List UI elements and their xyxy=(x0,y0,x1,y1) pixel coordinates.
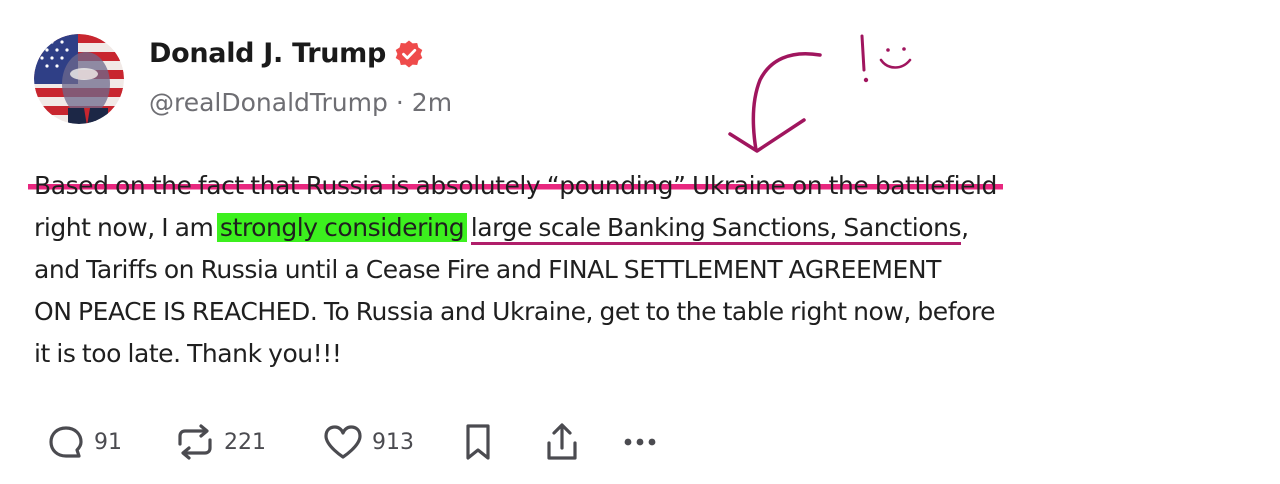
like-button[interactable]: 913 xyxy=(322,422,460,462)
like-count: 913 xyxy=(372,429,414,455)
reply-button[interactable]: 91 xyxy=(46,422,174,462)
share-button[interactable] xyxy=(542,421,620,463)
hand-drawn-arrowhead-icon xyxy=(728,118,806,153)
post-line-3: and Tariffs on Russia until a Cease Fire… xyxy=(34,255,941,284)
repost-arrows-icon xyxy=(178,424,212,460)
pink-underline-annotation: large scale Banking Sanctions, Sanctions xyxy=(470,213,962,245)
post-card: Donald J. Trump @realDonaldTrump · 2m Ba… xyxy=(0,0,1280,484)
bookmark-button[interactable] xyxy=(460,422,542,462)
post-line-5: it is too late. Thank you!!! xyxy=(34,339,342,368)
smiley-mouth-icon xyxy=(879,58,912,69)
green-highlight: strongly considering xyxy=(216,213,468,242)
avatar[interactable] xyxy=(34,34,124,124)
share-upload-icon xyxy=(547,423,577,460)
bookmark-icon xyxy=(466,424,490,460)
more-options-button[interactable] xyxy=(620,422,680,462)
avatar-flag-portrait-icon xyxy=(34,34,124,124)
hand-drawn-exclamation-dot-icon xyxy=(863,77,869,83)
meta-separator: · xyxy=(395,88,404,117)
post-line-1: Based on the fact that Russia is absolut… xyxy=(28,165,1258,207)
post-text-segment: , xyxy=(961,213,969,242)
post-line-2: right now, I am strongly considering lar… xyxy=(34,207,1258,249)
post-text-segment xyxy=(464,213,471,242)
reply-bubble-icon xyxy=(49,426,83,458)
heart-icon xyxy=(324,425,362,459)
repost-button[interactable]: 221 xyxy=(174,422,322,462)
ellipsis-icon xyxy=(624,438,656,446)
post-actions-bar: 91 221 913 xyxy=(46,420,680,464)
pink-strikethrough-highlight: Based on the fact that Russia is absolut… xyxy=(28,171,1003,200)
post-line-4: ON PEACE IS REACHED. To Russia and Ukrai… xyxy=(34,297,996,326)
post-timestamp[interactable]: 2m xyxy=(412,88,452,117)
author-name-row: Donald J. Trump xyxy=(149,38,424,69)
post-text-segment: right now, I am xyxy=(34,213,220,242)
hand-drawn-exclamation-icon xyxy=(860,34,866,72)
author-handle[interactable]: @realDonaldTrump xyxy=(149,88,388,117)
reply-count: 91 xyxy=(94,429,122,455)
author-meta-row: @realDonaldTrump · 2m xyxy=(149,88,452,117)
post-body: Based on the fact that Russia is absolut… xyxy=(28,165,1258,375)
verified-badge-icon xyxy=(394,39,424,69)
repost-count: 221 xyxy=(224,429,266,455)
smiley-eye-left-icon xyxy=(886,48,890,52)
smiley-eye-right-icon xyxy=(902,47,906,51)
hand-drawn-arrow-icon xyxy=(751,52,822,152)
author-display-name[interactable]: Donald J. Trump xyxy=(149,38,386,69)
